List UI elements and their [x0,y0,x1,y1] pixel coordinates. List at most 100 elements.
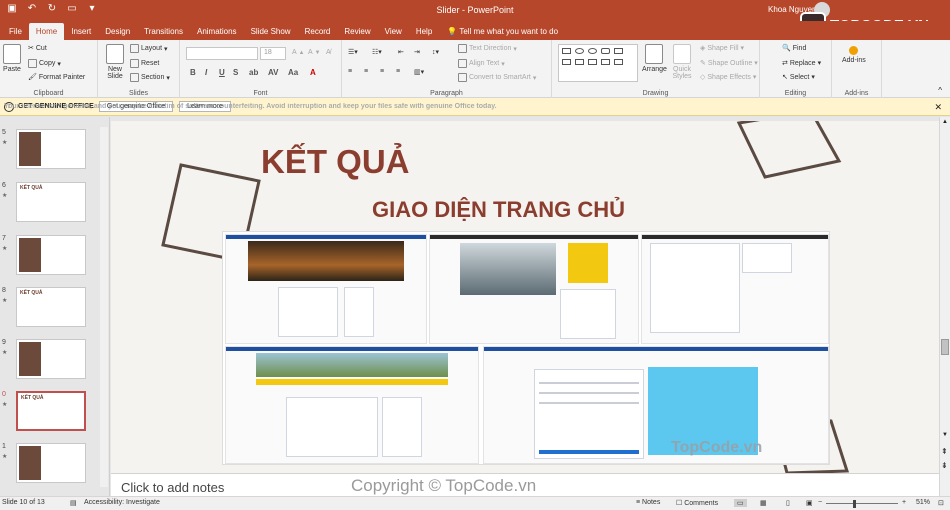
layout-button[interactable]: Layout ▾ [130,44,168,53]
slide-title[interactable]: KẾT QUẢ [261,143,410,181]
paste-button[interactable]: Paste [3,44,21,73]
star-shape-icon[interactable] [575,59,584,65]
tab-home[interactable]: Home [28,23,65,40]
line-shape-icon[interactable] [575,48,584,54]
triangle-shape-icon[interactable] [614,48,623,54]
tab-slide-show[interactable]: Slide Show [244,23,298,40]
notes-placeholder[interactable]: Click to add notes [121,480,224,495]
convert-smartart-button[interactable]: Convert to SmartArt ▾ [458,73,536,82]
arrange-button[interactable]: Arrange [642,44,667,73]
thumbnail-slide[interactable] [16,129,86,169]
comments-button[interactable]: ☐ Comments [676,499,718,507]
select-button[interactable]: ↖ Select ▾ [782,73,815,82]
tab-review[interactable]: Review [337,23,377,40]
brace-shape-icon[interactable] [588,59,597,65]
slide-canvas[interactable]: KẾT QUẢ GIAO DIỆN TRANG CHỦ TopCode.vn [111,121,939,473]
rectangle-shape-icon[interactable] [562,48,571,54]
new-slide-button[interactable]: New Slide [102,44,128,80]
slide-sorter-icon[interactable]: ▦ [760,499,767,507]
replace-button[interactable]: ⇄ Replace ▾ [782,59,821,68]
scroll-down-icon[interactable]: ▼ [942,432,948,438]
accessibility-status[interactable]: Accessibility: Investigate [84,499,160,506]
italic-button[interactable]: I [205,68,207,77]
align-right-button[interactable]: ≡ [380,68,384,75]
slide-subtitle[interactable]: GIAO DIỆN TRANG CHỦ [372,197,625,223]
tab-design[interactable]: Design [98,23,137,40]
line-spacing-button[interactable]: ↕▾ [432,48,439,56]
numbering-button[interactable]: ☷▾ [372,48,382,56]
tab-file[interactable]: File [2,23,29,40]
shapes-gallery[interactable] [558,44,638,82]
font-size-input[interactable]: 18 [260,47,286,60]
close-icon[interactable]: ✕ [934,102,942,113]
shape-outline-button[interactable]: ✎ Shape Outline ▾ [700,59,758,68]
fit-slide-icon[interactable]: ⊡ [938,499,944,507]
align-left-button[interactable]: ≡ [348,68,352,75]
notes-pane[interactable]: Click to add notes Copyright © TopCode.v… [111,473,939,496]
callout-shape-icon[interactable] [601,59,610,65]
tab-record[interactable]: Record [298,23,338,40]
justify-button[interactable]: ≡ [396,68,400,75]
zoom-out-icon[interactable]: − [818,499,822,506]
text-direction-button[interactable]: Text Direction ▾ [458,44,517,53]
section-button[interactable]: Section ▾ [130,73,170,82]
tab-insert[interactable]: Insert [64,23,98,40]
curve-shape-icon[interactable] [614,59,623,65]
thumbnail-slide[interactable] [16,235,86,275]
notes-button[interactable]: ≡ Notes [636,499,660,506]
website-screenshots-image[interactable] [222,231,830,465]
strikethrough-button[interactable]: S [233,68,238,77]
scroll-thumb[interactable] [941,339,949,355]
tell-me-search[interactable]: 💡 Tell me what you want to do [439,23,558,40]
tab-animations[interactable]: Animations [190,23,244,40]
tab-transitions[interactable]: Transitions [137,23,190,40]
shrink-font-button[interactable]: A ▼ [308,49,320,56]
clear-format-button[interactable]: A̸ [326,49,331,56]
underline-button[interactable]: U [219,68,225,77]
arrow-shape-icon[interactable] [562,59,571,65]
addins-button[interactable]: Add-ins [842,46,866,64]
increase-indent-button[interactable]: ⇥ [414,48,420,56]
next-slide-icon[interactable]: ⇟ [941,461,948,470]
bold-button[interactable]: B [190,68,196,77]
zoom-level[interactable]: 51% [916,499,930,506]
quick-styles-button[interactable]: Quick Styles [670,44,694,80]
decrease-indent-button[interactable]: ⇤ [398,48,404,56]
font-color-button[interactable]: A [310,68,316,77]
format-painter-button[interactable]: 🖌 Format Painter [28,73,85,82]
zoom-slider-thumb[interactable] [853,500,856,508]
thumbnail-slide[interactable] [16,339,86,379]
spelling-icon[interactable]: ▤ [70,499,77,507]
thumbnail-slide[interactable]: KẾT QUẢ [16,182,86,222]
scroll-up-icon[interactable]: ▲ [942,119,948,125]
align-text-button[interactable]: Align Text ▾ [458,59,505,68]
cut-button[interactable]: ✂ Cut [28,44,47,53]
reset-button[interactable]: Reset [130,59,159,68]
zoom-slider[interactable] [826,503,898,504]
grow-font-button[interactable]: A ▲ [292,49,304,56]
align-center-button[interactable]: ≡ [364,68,368,75]
copy-button[interactable]: Copy ▾ [28,59,61,68]
shape-effects-button[interactable]: ◇ Shape Effects ▾ [700,73,756,82]
collapse-ribbon-icon[interactable]: ^ [938,86,942,95]
shape-fill-button[interactable]: ◈ Shape Fill ▾ [700,44,744,53]
spacing-button[interactable]: AV [268,68,279,77]
previous-slide-icon[interactable]: ⇞ [941,447,948,456]
columns-button[interactable]: ▥▾ [414,68,424,76]
find-button[interactable]: 🔍 Find [782,44,806,53]
font-name-input[interactable] [186,47,258,60]
normal-view-icon[interactable]: ▭ [734,499,747,507]
slide-scrollbar[interactable]: ▲ ▼ ⇞ ⇟ [939,117,950,496]
char-spacing-button[interactable]: ab [249,68,258,77]
bullets-button[interactable]: ☰▾ [348,48,358,56]
thumbnail-slide[interactable]: KẾT QUẢ [16,287,86,327]
thumbnail-scrollbar[interactable] [100,127,108,487]
thumbnail-slide-selected[interactable]: KẾT QUẢ [16,391,86,431]
rounded-rect-shape-icon[interactable] [601,48,610,54]
reading-view-icon[interactable]: ▯ [786,499,790,507]
thumbnail-slide[interactable] [16,443,86,483]
oval-shape-icon[interactable] [588,48,597,54]
slideshow-icon[interactable]: ▣ [806,499,813,507]
zoom-in-icon[interactable]: + [902,499,906,506]
change-case-button[interactable]: Aa [288,68,298,77]
